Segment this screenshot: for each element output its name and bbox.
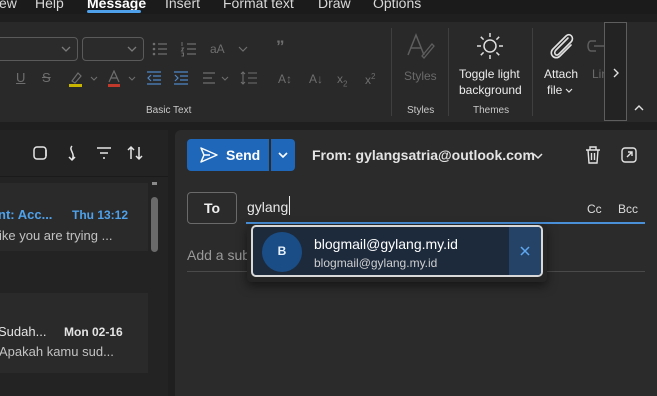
mail-preview: ike you are trying ... [0, 228, 113, 243]
superscript-icon[interactable]: x2 [365, 70, 375, 87]
font-color-icon[interactable] [106, 70, 122, 88]
sort-icon[interactable] [126, 144, 144, 162]
styles-button-label: Styles [404, 69, 437, 83]
chevron-down-icon[interactable] [236, 42, 250, 56]
change-case-icon[interactable]: aA [210, 42, 225, 56]
chevron-down-icon[interactable] [89, 74, 99, 84]
chevron-down-icon [278, 152, 288, 159]
scroll-up-arrow[interactable] [152, 182, 157, 185]
link-icon[interactable] [586, 38, 604, 54]
chevron-down-icon [127, 46, 137, 52]
mail-time: Mon 02-16 [64, 325, 123, 339]
subscript-icon[interactable]: x2 [337, 72, 347, 91]
numbered-list-icon[interactable] [180, 41, 198, 57]
menu-item-view[interactable]: ew [0, 0, 17, 11]
sun-icon[interactable] [475, 31, 505, 61]
active-tab-indicator [87, 10, 141, 13]
subject-input[interactable]: Add a sub [187, 247, 250, 263]
chevron-right-icon [613, 68, 619, 78]
chevron-down-icon[interactable] [220, 74, 230, 84]
mail-subject: nt: Acc... [0, 207, 53, 222]
ribbon-divider [448, 28, 449, 116]
menu-item-format-text[interactable]: Format text [223, 0, 294, 11]
select-mode-icon[interactable] [31, 144, 49, 162]
menu-item-draw[interactable]: Draw [318, 0, 351, 11]
ribbon-gap [0, 122, 657, 130]
pop-out-icon[interactable] [620, 146, 638, 164]
paragraph-spacing-icon[interactable] [240, 70, 258, 86]
collapse-ribbon-button[interactable] [631, 100, 647, 116]
menu-item-help[interactable]: Help [35, 0, 64, 11]
list-item[interactable]: nt: Acc... Thu 13:12 ike you are trying … [0, 183, 148, 251]
quote-icon[interactable]: ” [276, 38, 285, 55]
mail-preview: Apakah kamu sud... [0, 344, 114, 359]
send-options-button[interactable] [271, 139, 295, 171]
bcc-button[interactable]: Bcc [618, 202, 638, 216]
scrollbar-thumb[interactable] [151, 197, 158, 252]
decrease-font-icon[interactable]: A↓ [309, 72, 323, 86]
font-size-increase-icon[interactable]: A↕ [278, 72, 292, 86]
strikethrough-icon[interactable]: S [42, 71, 51, 85]
from-account-selector[interactable]: From: gylangsatria@outlook.com [312, 147, 535, 163]
font-family-dropdown[interactable] [0, 37, 78, 61]
menu-bar: ew Help Message Insert Format text Draw … [0, 0, 657, 14]
to-button-label: To [204, 200, 221, 216]
filter-icon[interactable] [95, 144, 113, 162]
trash-icon[interactable] [584, 145, 602, 165]
chevron-down-icon [61, 46, 71, 52]
toggle-light-label-line1[interactable]: Toggle light [459, 66, 520, 82]
text-caret [289, 196, 290, 215]
styles-icon[interactable] [405, 32, 435, 62]
ribbon-divider [532, 28, 533, 116]
increase-indent-icon[interactable] [173, 71, 189, 85]
toggle-light-label-line2[interactable]: background [459, 82, 522, 98]
bullet-list-icon[interactable] [151, 41, 169, 57]
message-list-toolbar [0, 130, 168, 177]
font-size-dropdown[interactable] [82, 37, 144, 61]
suggestion-name: blogmail@gylang.my.id [314, 236, 458, 252]
paperclip-icon[interactable] [546, 30, 578, 64]
ribbon-scroll-right-button[interactable] [604, 22, 627, 121]
attach-file-label-line1[interactable]: Attach [544, 66, 578, 82]
to-recipient-input[interactable]: gylang [247, 199, 288, 215]
chevron-down-icon[interactable] [564, 86, 574, 96]
message-list-panel: nt: Acc... Thu 13:12 ike you are trying … [0, 130, 168, 396]
chevron-down-icon[interactable] [532, 150, 544, 162]
mail-subject: Sudah... [0, 324, 47, 339]
underline-icon[interactable]: U [16, 71, 25, 85]
cc-button[interactable]: Cc [587, 202, 602, 216]
ribbon-divider [391, 28, 392, 116]
align-icon[interactable] [202, 71, 216, 85]
menu-item-insert[interactable]: Insert [165, 0, 200, 11]
avatar-initial: B [277, 244, 287, 258]
suggestion-email: blogmail@gylang.my.id [314, 256, 438, 270]
group-label-styles: Styles [407, 105, 435, 116]
ribbon: aA ” U S A↕ A↓ x2 x2 Basic Text Styles S… [0, 22, 657, 122]
highlight-icon[interactable] [67, 70, 85, 88]
group-label-themes: Themes [473, 105, 510, 116]
menu-item-options[interactable]: Options [373, 0, 421, 11]
remove-suggestion-button[interactable] [509, 227, 541, 275]
send-button-label: Send [226, 147, 261, 163]
jump-to-icon[interactable] [63, 144, 81, 162]
decrease-indent-icon[interactable] [146, 71, 162, 85]
list-item[interactable]: Sudah... Mon 02-16 Apakah kamu sud... [0, 293, 148, 373]
close-icon [520, 246, 530, 256]
group-label-basic-text: Basic Text [146, 105, 192, 116]
chevron-down-icon[interactable] [127, 74, 137, 84]
send-icon [200, 147, 218, 163]
attach-file-label-line2[interactable]: file [547, 82, 562, 98]
mail-time: Thu 13:12 [72, 208, 129, 222]
